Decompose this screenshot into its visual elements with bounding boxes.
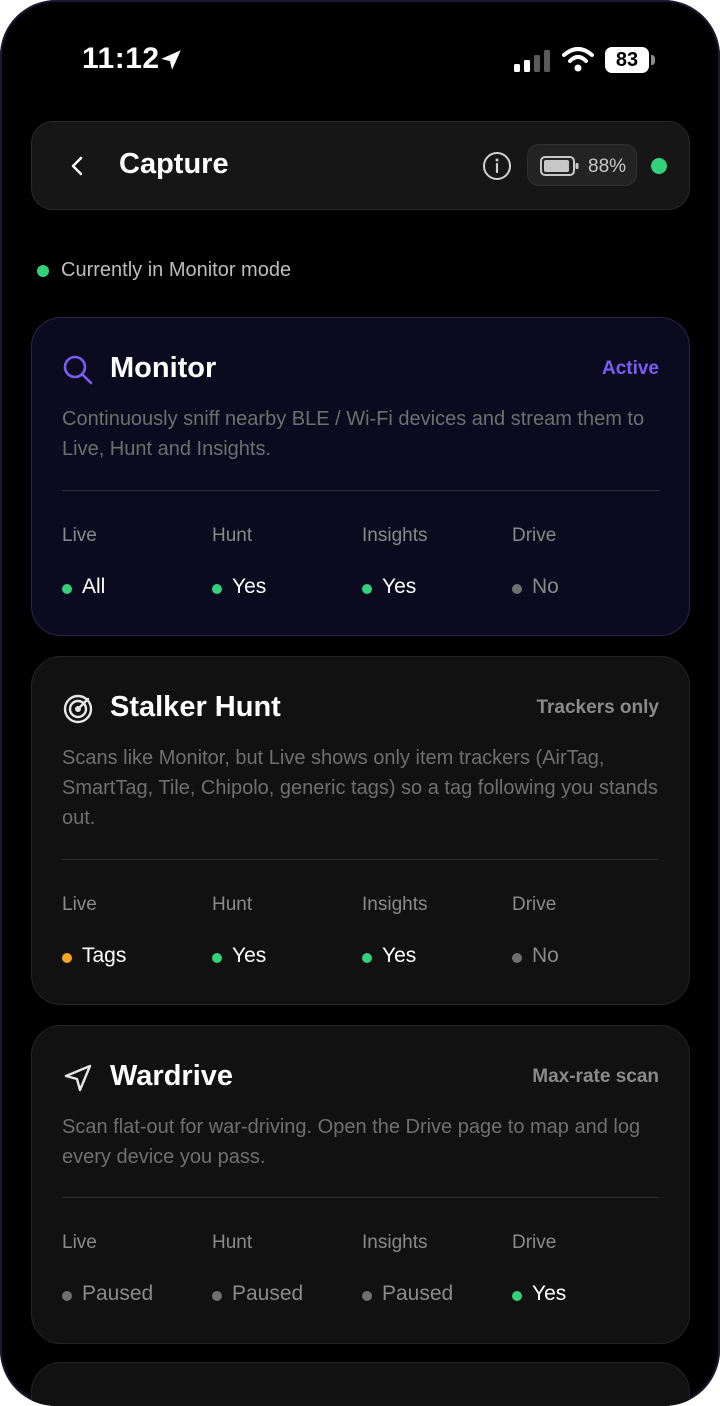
mode-card-wardrive[interactable]: Wardrive Max-rate scan Scan flat-out for… [31,1025,690,1344]
mode-status-dot [37,265,49,277]
card-description: Scan flat-out for war-driving. Open the … [62,1116,641,1168]
radar-icon [63,694,93,724]
current-mode-text: Currently in Monitor mode [61,259,292,281]
search-icon [63,355,93,385]
stat-value: No [532,944,559,967]
stat-status-dot [362,584,372,594]
stat-value: Paused [232,1282,304,1305]
card-badge: Trackers only [536,697,659,718]
stat-label: Insights [362,894,428,915]
stat-status-dot [212,953,222,963]
battery-percentage: 88% [588,156,627,177]
chevron-left-icon[interactable] [60,148,94,184]
card-divider [62,859,659,860]
card-badge: Max-rate scan [532,1066,659,1087]
card-badge: Active [601,358,659,379]
stat-value: Paused [382,1282,454,1305]
stat-status-dot [512,1291,522,1301]
stat-label: Hunt [212,525,253,546]
info-icon[interactable] [482,151,512,181]
stat-label: Drive [512,894,557,915]
stat-status-dot [512,953,522,963]
stat-status-dot [62,953,72,963]
card-description: Continuously sniff nearby BLE / Wi-Fi de… [62,408,645,460]
stat-value: All [82,575,106,598]
battery-icon [540,156,579,176]
battery-icon: 83 [605,47,649,73]
stat-status-dot [212,584,222,594]
stat-value: No [532,575,559,598]
stat-value: Paused [82,1282,154,1305]
card-title: Wardrive [110,1060,234,1092]
stat-label: Drive [512,1232,557,1253]
stat-label: Hunt [212,1232,253,1253]
stat-label: Hunt [212,894,253,915]
card-divider [62,1197,659,1198]
stat-value: Yes [232,944,267,967]
mode-card-monitor[interactable]: Monitor Active Continuously sniff nearby… [31,317,690,636]
navigation-arrow-icon [64,1064,92,1092]
cellular-signal-icon [514,50,550,72]
status-bar: 11:12 83 [0,0,720,110]
stat-label: Live [62,525,97,546]
stat-status-dot [212,1291,222,1301]
location-arrow-icon [161,50,181,70]
phone-screen: 11:12 83 Capture 88% Currently in Monito… [0,0,720,1406]
header-bar: Capture 88% [31,121,690,210]
stat-label: Drive [512,525,557,546]
connection-status-dot [651,158,667,174]
card-divider [62,490,659,491]
card-description: Scans like Monitor, but Live shows only … [62,747,658,829]
status-time: 11:12 [82,42,160,75]
mode-card-stalker-hunt[interactable]: Stalker Hunt Trackers only Scans like Mo… [31,656,690,1005]
page-title: Capture [119,148,229,180]
stat-value: Yes [382,575,417,598]
stat-status-dot [62,584,72,594]
stat-value: Yes [232,575,267,598]
stat-status-dot [362,953,372,963]
card-title: Stalker Hunt [110,691,281,723]
battery-pill[interactable]: 88% [527,144,637,186]
card-title: Monitor [110,352,217,384]
wifi-icon [562,47,594,72]
stat-status-dot [362,1291,372,1301]
stat-value: Yes [532,1282,567,1305]
stat-label: Live [62,894,97,915]
battery-nub [651,55,655,65]
stat-status-dot [62,1291,72,1301]
stat-value: Tags [82,944,127,967]
stat-status-dot [512,584,522,594]
stat-value: Yes [382,944,417,967]
stat-label: Live [62,1232,97,1253]
stat-label: Insights [362,525,428,546]
stat-label: Insights [362,1232,428,1253]
mode-card-next-partial[interactable] [31,1362,690,1406]
